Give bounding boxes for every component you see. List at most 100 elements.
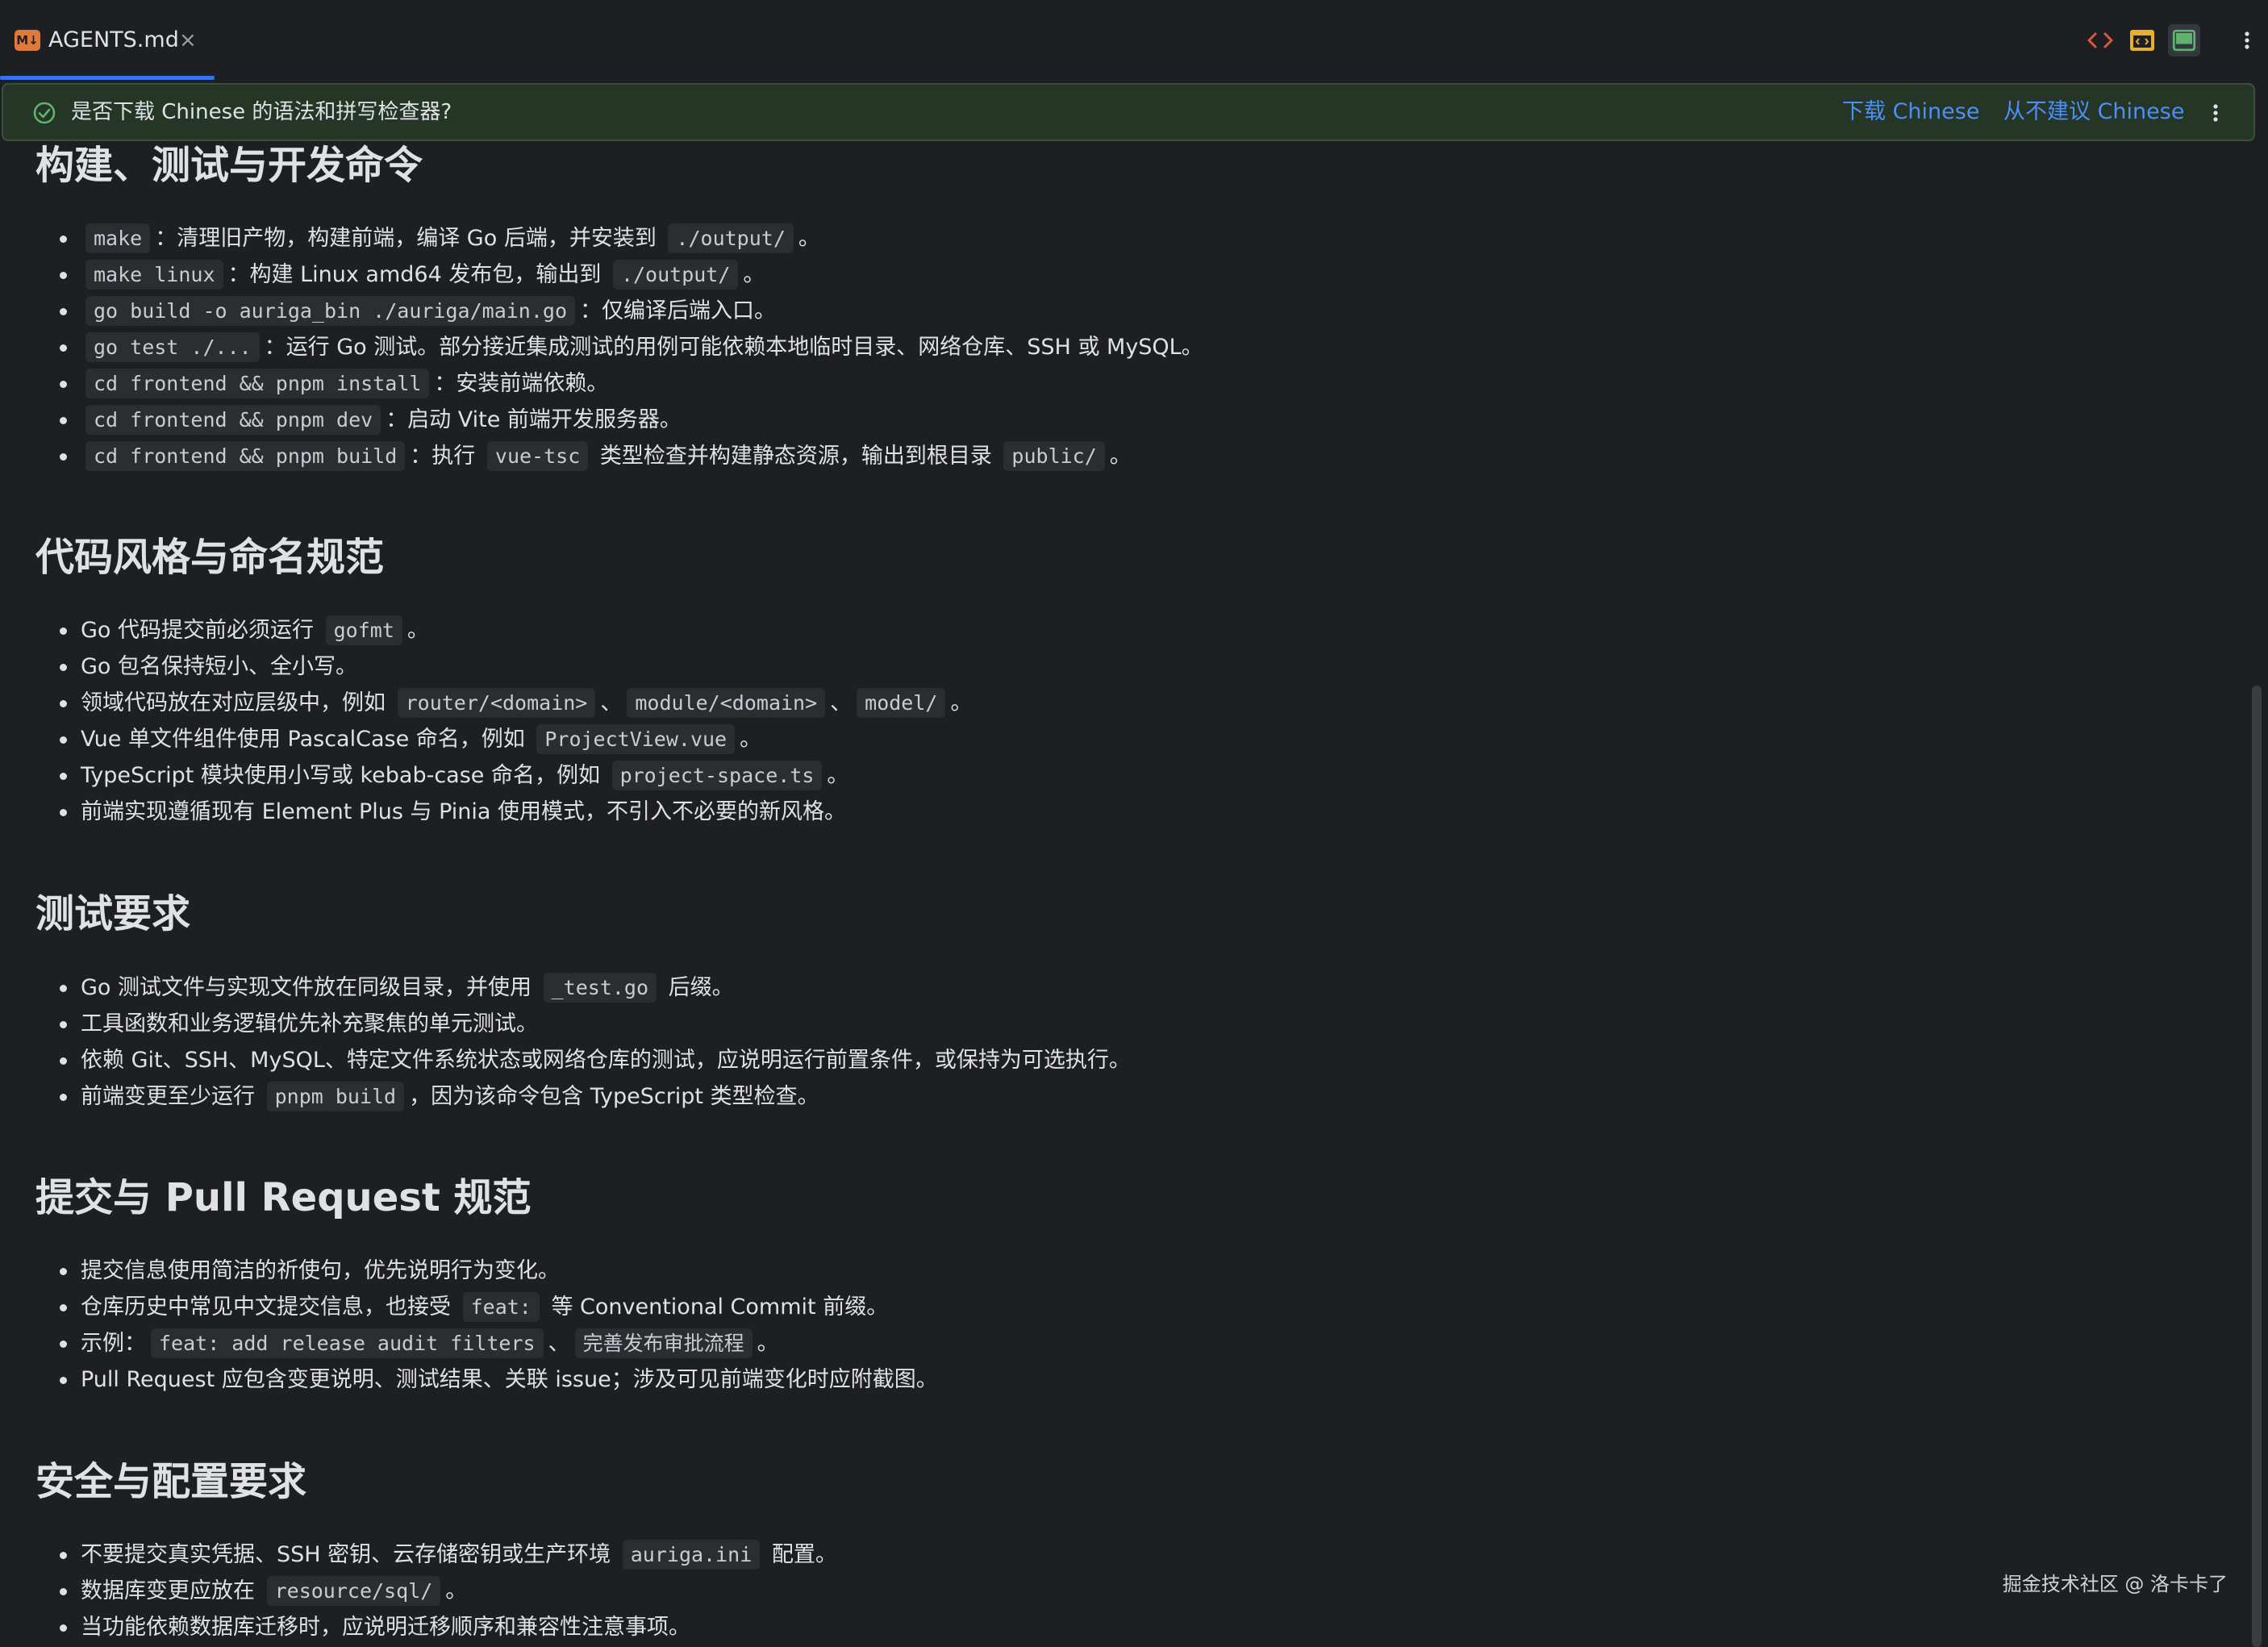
list-item-text: 当功能依赖数据库迁移时，应说明迁移顺序和兼容性注意事项。 (81, 1615, 690, 1640)
section-heading: 代码风格与命名规范 (35, 535, 385, 580)
code-view-icon[interactable] (2084, 24, 2116, 56)
section-heading: 安全与配置要求 (35, 1459, 307, 1504)
list-item-text: 数据库变更应放在 (81, 1578, 262, 1603)
inline-code: ProjectView.vue (536, 724, 736, 754)
list-item-text: 。 (827, 763, 849, 788)
section-list: Go 代码提交前必须运行 gofmt。 Go 包名保持短小、全小写。 领域代码放在对… (0, 612, 972, 830)
inline-code: ./output/ (612, 260, 739, 290)
preview-icon[interactable] (2168, 24, 2200, 56)
list-item-text: 仓库历史中常见中文提交信息，也接受 (81, 1295, 458, 1320)
tab-title: AGENTS.md (48, 27, 179, 52)
check-circle-icon (33, 102, 56, 124)
watermark: 掘金技术社区 @ 洛卡卡了 (2002, 1573, 2228, 1595)
download-chinese-link[interactable]: 下载 Chinese (1842, 96, 1979, 128)
list-item: 依赖 Git、SSH、MySQL、特定文件系统状态或网络仓库的测试，应说明运行前… (0, 1042, 1131, 1078)
list-item: make linux ：构建 Linux amd64 发布包，输出到 ./outp… (0, 256, 1203, 293)
list-item: 领域代码放在对应层级中，例如 router/<domain>、 module/<d… (0, 685, 972, 721)
markdown-editor-window: M↓ AGENTS.md × 是否下载 Chinese 的语法和拼写检查器? 下… (0, 0, 2268, 1647)
list-item-text: Pull Request 应包含变更说明、测试结果、关联 issue；涉及可见前… (81, 1367, 938, 1392)
list-item-text: Go 测试文件与实现文件放在同级目录，并使用 (81, 975, 539, 1000)
list-item: cd frontend && pnpm install ：安装前端依赖。 (0, 365, 1203, 402)
list-item-text: 配置。 (765, 1542, 837, 1567)
list-item: 前端实现遵循现有 Element Plus 与 Pinia 使用模式，不引入不必… (0, 794, 972, 830)
more-vertical-icon[interactable] (2231, 24, 2263, 56)
list-item: TypeScript 模块使用小写或 kebab-case 命名，例如 proj… (0, 757, 972, 794)
list-item-text: ：执行 (410, 444, 482, 469)
list-item-text: ：构建 Linux amd64 发布包，输出到 (227, 262, 608, 287)
list-item-text: ：安装前端依赖。 (434, 371, 609, 396)
inline-code: resource/sql/ (266, 1576, 441, 1606)
list-item-text: 。 (445, 1578, 468, 1603)
list-item-text: Go 代码提交前必须运行 (81, 618, 321, 643)
inline-code: router/<domain> (397, 688, 596, 718)
inline-code: cd frontend && pnpm install (85, 369, 430, 398)
section-heading: 测试要求 (35, 891, 191, 936)
inline-code: feat: (462, 1292, 540, 1322)
list-item-text: 前端变更至少运行 (81, 1084, 262, 1109)
list-item-text: 。 (406, 618, 429, 643)
tab-close-icon[interactable]: × (179, 23, 197, 57)
list-item: 工具函数和业务逻辑优先补充聚焦的单元测试。 (0, 1006, 1131, 1042)
list-item-text: 后缀。 (661, 975, 734, 1000)
list-item: Go 包名保持短小、全小写。 (0, 648, 972, 685)
list-item: cd frontend && pnpm dev ：启动 Vite 前端开发服务器。 (0, 402, 1203, 438)
list-item: go test ./... ：运行 Go 测试。部分接近集成测试的用例可能依赖本地… (0, 329, 1203, 365)
list-item-text: 示例： (81, 1331, 146, 1356)
list-item-text: 前端实现遵循现有 Element Plus 与 Pinia 使用模式，不引入不必… (81, 799, 847, 824)
inline-code: make (85, 223, 151, 253)
section-list: 提交信息使用简洁的祈使句，优先说明行为变化。 仓库历史中常见中文提交信息，也接受 … (0, 1253, 938, 1398)
inline-code: project-space.ts (611, 761, 823, 790)
banner-message: 是否下载 Chinese 的语法和拼写检查器? (71, 100, 452, 124)
section-list: 不要提交真实凭据、SSH 密钥、云存储密钥或生产环境 auriga.ini 配置… (0, 1537, 837, 1645)
split-preview-icon[interactable] (2126, 24, 2158, 56)
inline-code: make linux (85, 260, 223, 290)
section-list: make ：清理旧产物，构建前端，编译 Go 后端，并安装到 ./output/ 。… (0, 220, 1203, 474)
list-item-text: Go 包名保持短小、全小写。 (81, 654, 358, 679)
inline-code: module/<domain> (627, 688, 826, 718)
section-heading: 构建、测试与开发命令 (35, 143, 423, 188)
inline-code: ./output/ (668, 223, 794, 253)
spellcheck-download-banner: 是否下载 Chinese 的语法和拼写检查器? 下载 Chinese 从不建议 … (2, 83, 2255, 141)
list-item: 不要提交真实凭据、SSH 密钥、云存储密钥或生产环境 auriga.ini 配置… (0, 1537, 837, 1573)
never-suggest-chinese-link[interactable]: 从不建议 Chinese (2003, 96, 2184, 128)
inline-code: auriga.ini (622, 1540, 761, 1570)
list-item-text: ：清理旧产物，构建前端，编译 Go 后端，并安装到 (155, 226, 664, 251)
list-item: go build -o auriga_bin ./auriga/main.go：… (0, 293, 1203, 329)
list-item-text: ，因为该命令包含 TypeScript 类型检查。 (409, 1084, 819, 1109)
list-item-text: 、 (600, 690, 623, 715)
list-item-text: Vue 单文件组件使用 PascalCase 命名，例如 (81, 727, 532, 752)
inline-code: 完善发布审批流程 (574, 1328, 753, 1358)
inline-code: go test ./... (85, 332, 260, 362)
list-item-text: 。 (950, 690, 973, 715)
list-item-text: 。 (1109, 444, 1132, 469)
list-item: cd frontend && pnpm build ：执行 vue-tsc 类型检… (0, 438, 1203, 474)
list-item-text: 等 Conventional Commit 前缀。 (544, 1295, 889, 1320)
list-item: 数据库变更应放在 resource/sql/。 (0, 1573, 837, 1609)
list-item-text: 工具函数和业务逻辑优先补充聚焦的单元测试。 (81, 1011, 538, 1036)
inline-code: feat: add release audit filters (151, 1328, 544, 1358)
list-item: 示例： feat: add release audit filters、完善发布审… (0, 1325, 938, 1361)
list-item-text: 、 (830, 690, 853, 715)
inline-code: model/ (857, 688, 946, 718)
list-item: 前端变更至少运行 pnpm build ，因为该命令包含 TypeScript 类… (0, 1078, 1131, 1115)
inline-code: cd frontend && pnpm dev (85, 405, 381, 435)
section-heading: 提交与 Pull Request 规范 (35, 1175, 532, 1220)
inline-code: public/ (1003, 441, 1105, 471)
list-item-text: 不要提交真实凭据、SSH 密钥、云存储密钥或生产环境 (81, 1542, 618, 1567)
list-item-text: TypeScript 模块使用小写或 kebab-case 命名，例如 (81, 763, 607, 788)
active-tab-indicator (0, 76, 215, 80)
list-item: Go 测试文件与实现文件放在同级目录，并使用 _test.go 后缀。 (0, 969, 1131, 1006)
markdown-preview[interactable]: 构建、测试与开发命令 make ：清理旧产物，构建前端，编译 Go 后端，并安装到… (0, 141, 2250, 1647)
list-item-text: 。 (740, 727, 762, 752)
list-item-text: 。 (757, 1331, 779, 1356)
vertical-scrollbar[interactable] (2252, 686, 2262, 1647)
tab-agents-md[interactable]: M↓ AGENTS.md × (0, 0, 215, 81)
inline-code: cd frontend && pnpm build (85, 441, 406, 471)
list-item-text: 类型检查并构建静态资源，输出到根目录 (593, 444, 999, 469)
list-item: 提交信息使用简洁的祈使句，优先说明行为变化。 (0, 1253, 938, 1289)
inline-code: pnpm build (266, 1082, 405, 1111)
banner-more-icon[interactable] (2213, 102, 2218, 123)
list-item-text: ：仅编译后端入口。 (580, 298, 776, 323)
list-item-text: 领域代码放在对应层级中，例如 (81, 690, 393, 715)
list-item: Vue 单文件组件使用 PascalCase 命名，例如 ProjectView… (0, 721, 972, 757)
